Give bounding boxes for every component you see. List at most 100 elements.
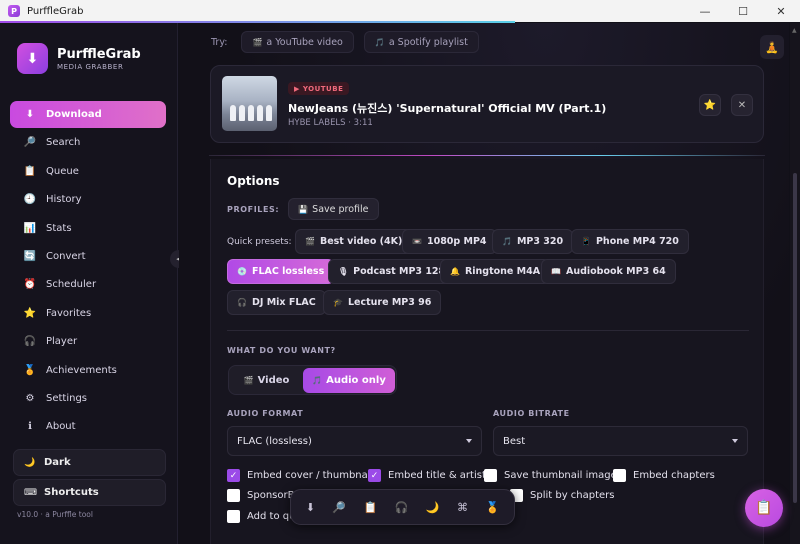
download-icon: ⬇ — [25, 109, 35, 120]
graduation-cap-icon: 🎓 — [333, 298, 343, 307]
shortcuts-button[interactable]: ⌨ Shortcuts — [13, 479, 166, 506]
preset-1080p-mp4[interactable]: 📼 1080p MP4 — [402, 229, 497, 254]
add-to-queue-checkbox[interactable]: Add to qu — [227, 510, 295, 523]
maximize-button[interactable]: ☐ — [724, 0, 762, 22]
try-youtube-chip[interactable]: 🎬 a YouTube video — [241, 31, 354, 53]
mode-audio-option[interactable]: 🎵 Audio only — [303, 368, 395, 393]
audio-bitrate-value: Best — [503, 435, 526, 447]
minimize-button[interactable]: — — [686, 0, 724, 22]
sidebar-item-scheduler[interactable]: ⏰ Scheduler — [10, 271, 166, 298]
dismiss-button[interactable]: ✕ — [731, 94, 753, 116]
preset-podcast-mp3-128[interactable]: 🎙 Podcast MP3 128 — [328, 259, 456, 284]
sponsorblock-checkbox[interactable]: SponsorBl — [227, 489, 297, 502]
sidebar-item-about[interactable]: ℹ About — [10, 413, 166, 440]
scrollbar-thumb[interactable] — [793, 173, 797, 503]
theme-toggle-button[interactable]: 🌙 Dark — [13, 449, 166, 476]
command-icon[interactable]: ⌘ — [457, 501, 468, 514]
sidebar-item-label: Player — [46, 336, 78, 348]
preset-dj-mix-flac[interactable]: 🎧 DJ Mix FLAC — [227, 290, 326, 315]
save-profile-button[interactable]: 💾 Save profile — [288, 198, 379, 220]
split-chapters-checkbox[interactable]: Split by chapters — [510, 489, 615, 502]
keyboard-icon: ⌨ — [24, 487, 37, 498]
sidebar-item-achievements[interactable]: 🏅 Achievements — [10, 357, 166, 384]
embed-chapters-checkbox[interactable]: Embed chapters — [613, 469, 715, 482]
clapper-icon: 🎬 — [243, 376, 254, 385]
embed-title-checkbox[interactable]: ✓ Embed title & artist — [368, 469, 486, 482]
options-panel: Options PROFILES: 💾 Save profile Quick pr… — [210, 159, 764, 544]
videotape-icon: 📼 — [412, 237, 422, 246]
chip-label: a YouTube video — [266, 36, 343, 48]
headphones-icon[interactable]: 🎧 — [395, 501, 409, 514]
sidebar-item-player[interactable]: 🎧 Player — [10, 328, 166, 355]
preset-ringtone-m4a[interactable]: 🔔 Ringtone M4A — [440, 259, 551, 284]
queue-fab-button[interactable]: 📋 — [745, 489, 783, 527]
convert-icon: 🔄 — [23, 250, 37, 262]
preset-label: Best video (4K) — [319, 236, 403, 247]
preset-mp3-320[interactable]: 🎵 MP3 320 — [492, 229, 574, 254]
preset-flac-lossless[interactable]: 💿 FLAC lossless — [227, 259, 335, 284]
bell-icon: 🔔 — [450, 267, 460, 276]
star-icon: ⭐ — [703, 99, 717, 111]
preset-label: FLAC lossless — [251, 266, 325, 277]
source-badge: ▶ YOUTUBE — [288, 82, 350, 95]
preset-label: DJ Mix FLAC — [251, 297, 316, 308]
clapper-icon: 🎬 — [252, 37, 263, 47]
mode-video-option[interactable]: 🎬 Video — [232, 368, 301, 393]
scrollbar[interactable]: ▲ — [790, 23, 800, 544]
medal-icon: 🏅 — [23, 364, 37, 376]
sidebar-item-queue[interactable]: 📋 Queue — [10, 158, 166, 185]
checkbox-label: Embed cover / thumbnail — [247, 470, 374, 481]
sidebar-item-label: Download — [46, 109, 102, 120]
favorite-button[interactable]: ⭐ — [699, 94, 721, 116]
zen-mode-button[interactable]: 🧘 — [760, 35, 784, 59]
embed-cover-checkbox[interactable]: ✓ Embed cover / thumbnail — [227, 469, 373, 482]
profiles-row: PROFILES: 💾 Save profile — [227, 198, 379, 220]
title-bar: P PurffleGrab — ☐ ✕ — [0, 0, 800, 22]
audio-format-select[interactable]: FLAC (lossless) — [227, 426, 482, 456]
preset-phone-mp4-720[interactable]: 📱 Phone MP4 720 — [571, 229, 689, 254]
sidebar-item-settings[interactable]: ⚙ Settings — [10, 385, 166, 412]
preset-best-video[interactable]: 🎬 Best video (4K) — [295, 229, 413, 254]
medal-icon[interactable]: 🏅 — [485, 501, 499, 514]
checkbox-label: Embed chapters — [633, 470, 715, 481]
preset-label: Lecture MP3 96 — [347, 297, 432, 308]
sidebar-nav: ⬇ Download 🔎 Search 📋 Queue 🕘 History 📊 Stats… — [10, 101, 166, 442]
try-suggestions: Try: 🎬 a YouTube video 🎵 a Spotify playlis… — [211, 31, 489, 53]
audio-format-label: AUDIO FORMAT — [227, 409, 304, 418]
sidebar-item-download[interactable]: ⬇ Download — [10, 101, 166, 128]
star-icon: ⭐ — [23, 307, 37, 319]
microphone-icon: 🎙 — [338, 267, 349, 276]
checkbox-label: Save thumbnail image — [504, 470, 617, 481]
clipboard-icon[interactable]: 📋 — [364, 501, 378, 514]
preset-label: Phone MP4 720 — [595, 236, 679, 247]
clipboard-icon: 📋 — [23, 165, 37, 177]
app-icon: P — [8, 5, 20, 17]
caret-down-icon — [732, 439, 738, 443]
close-window-button[interactable]: ✕ — [762, 0, 800, 22]
sidebar-item-stats[interactable]: 📊 Stats — [10, 215, 166, 242]
preset-lecture-mp3-96[interactable]: 🎓 Lecture MP3 96 — [323, 290, 442, 315]
download-icon[interactable]: ⬇ — [306, 501, 315, 514]
sidebar-item-label: Convert — [46, 250, 86, 262]
chip-label: a Spotify playlist — [388, 36, 468, 48]
sidebar-item-history[interactable]: 🕘 History — [10, 186, 166, 213]
music-note-icon: 🎵 — [502, 237, 512, 246]
try-spotify-chip[interactable]: 🎵 a Spotify playlist — [363, 31, 479, 53]
preset-label: Audiobook MP3 64 — [565, 266, 666, 277]
version-text: v10.0 · a Purffle tool — [17, 510, 93, 519]
window-title: PurffleGrab — [27, 5, 84, 17]
audio-bitrate-select[interactable]: Best — [493, 426, 748, 456]
search-icon[interactable]: 🔎 — [332, 501, 346, 514]
sidebar-item-search[interactable]: 🔎 Search — [10, 129, 166, 156]
checkbox-label: Embed title & artist — [388, 470, 486, 481]
sidebar-item-favorites[interactable]: ⭐ Favorites — [10, 300, 166, 327]
scroll-up-arrow-icon[interactable]: ▲ — [792, 27, 797, 34]
checkbox-label: Add to qu — [247, 511, 296, 522]
preset-audiobook-mp3-64[interactable]: 📖 Audiobook MP3 64 — [541, 259, 676, 284]
moon-icon[interactable]: 🌙 — [426, 501, 440, 514]
save-thumbnail-checkbox[interactable]: Save thumbnail image — [484, 469, 617, 482]
sidebar-item-convert[interactable]: 🔄 Convert — [10, 243, 166, 270]
music-note-icon: 🎵 — [374, 37, 385, 47]
options-title: Options — [227, 174, 280, 188]
mode-label: Video — [257, 375, 290, 386]
